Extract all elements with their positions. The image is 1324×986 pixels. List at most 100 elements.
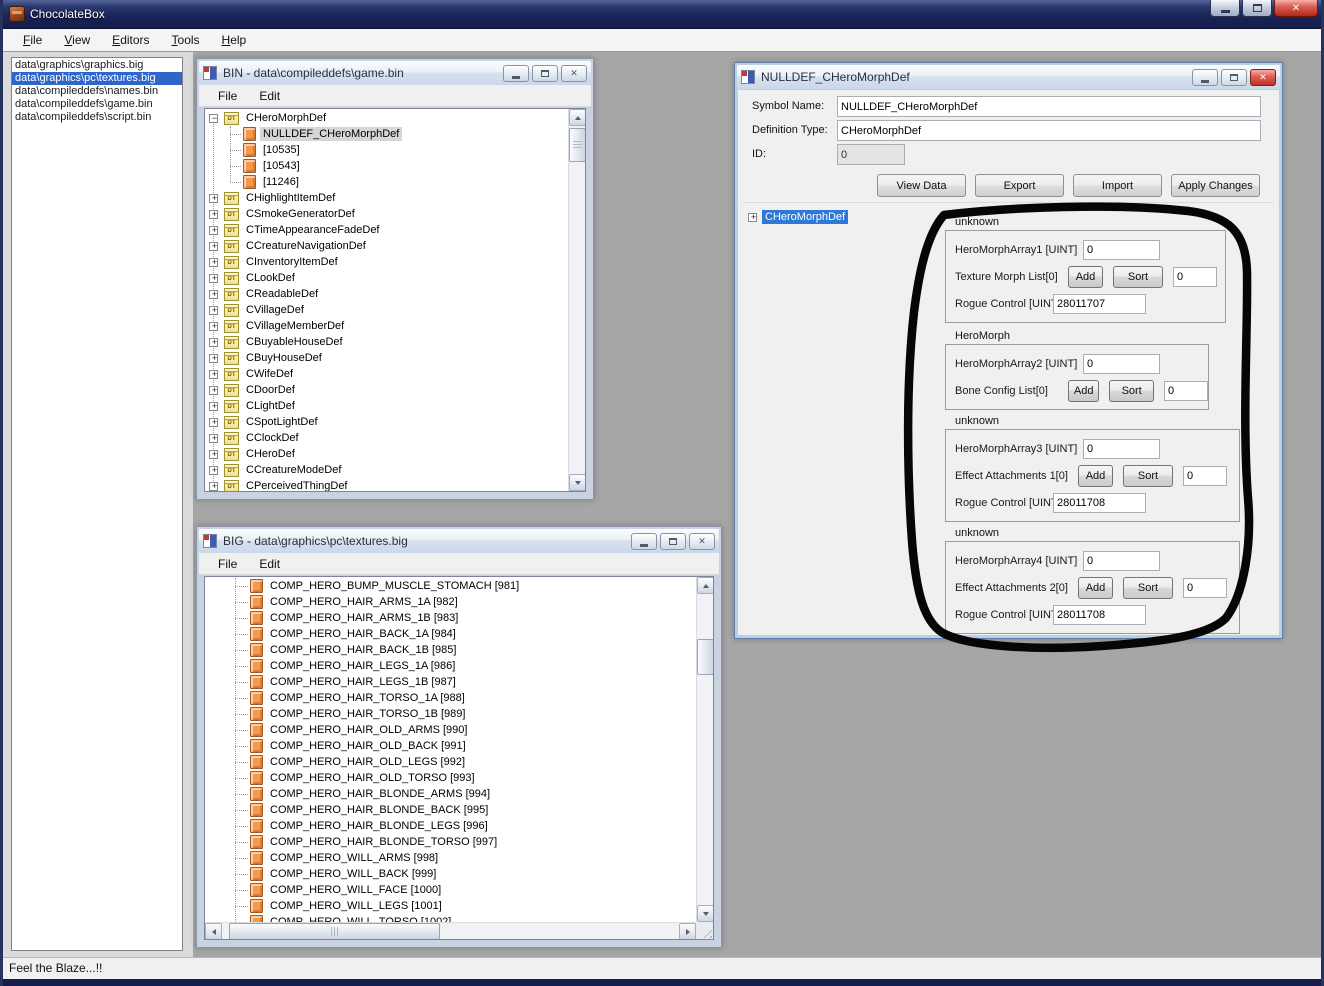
bin-titlebar[interactable]: BIN - data\compileddefs\game.bin ✕: [199, 61, 591, 85]
menu-item[interactable]: Tools: [161, 30, 211, 50]
tree-item-label[interactable]: COMP_HERO_HAIR_LEGS_1A [986]: [267, 659, 458, 673]
tree-expander-icon[interactable]: [209, 226, 218, 235]
tree-item-label[interactable]: CDoorDef: [243, 383, 298, 397]
tree-item[interactable]: CHeroDef: [205, 446, 568, 462]
big-maximize-button[interactable]: [660, 533, 686, 550]
file-list-item[interactable]: data\graphics\graphics.big: [12, 59, 182, 72]
tree-item-label[interactable]: COMP_HERO_HAIR_ARMS_1A [982]: [267, 595, 461, 609]
menu-item[interactable]: File: [207, 86, 248, 106]
nulldef-minimize-button[interactable]: [1192, 69, 1218, 86]
menu-item[interactable]: Help: [211, 30, 258, 50]
tree-item[interactable]: COMP_HERO_WILL_ARMS [998]: [205, 850, 696, 866]
tree-expander-icon[interactable]: [209, 418, 218, 427]
tree-item[interactable]: COMP_HERO_HAIR_LEGS_1A [986]: [205, 658, 696, 674]
tree-expander-icon[interactable]: [209, 242, 218, 251]
tree-item-label[interactable]: CReadableDef: [243, 287, 321, 301]
tree-expander-icon[interactable]: [209, 306, 218, 315]
tree-expander-icon[interactable]: [209, 274, 218, 283]
tree-expander-icon[interactable]: [209, 370, 218, 379]
tree-item[interactable]: CPerceivedThingDef: [205, 478, 568, 491]
value-input[interactable]: [1083, 354, 1160, 374]
big-minimize-button[interactable]: [631, 533, 657, 550]
value-input[interactable]: [1083, 439, 1160, 459]
tree-item[interactable]: CBuyableHouseDef: [205, 334, 568, 350]
file-list-item[interactable]: data\graphics\pc\textures.big: [12, 72, 182, 85]
tree-item-label[interactable]: CTimeAppearanceFadeDef: [243, 223, 383, 237]
scrollbar-thumb[interactable]: [569, 128, 586, 162]
add-button[interactable]: Add: [1068, 266, 1103, 288]
tree-item[interactable]: CDoorDef: [205, 382, 568, 398]
tree-item[interactable]: CInventoryItemDef: [205, 254, 568, 270]
main-titlebar[interactable]: ChocolateBox ✕: [0, 0, 1324, 29]
tree-item[interactable]: COMP_HERO_HAIR_OLD_BACK [991]: [205, 738, 696, 754]
tree-expander-icon[interactable]: [209, 338, 218, 347]
definition-type-input[interactable]: [837, 120, 1261, 141]
tree-item-label[interactable]: COMP_HERO_HAIR_BLONDE_ARMS [994]: [267, 787, 493, 801]
tree-item-label[interactable]: COMP_HERO_WILL_LEGS [1001]: [267, 899, 445, 913]
tree-item[interactable]: COMP_HERO_BUMP_MUSCLE_STOMACH [981]: [205, 578, 696, 594]
nulldef-maximize-button[interactable]: [1221, 69, 1247, 86]
tree-item-label[interactable]: NULLDEF_CHeroMorphDef: [260, 127, 402, 141]
tree-item[interactable]: [10535]: [205, 142, 568, 158]
tree-item[interactable]: COMP_HERO_WILL_LEGS [1001]: [205, 898, 696, 914]
tree-item-label[interactable]: CCreatureModeDef: [243, 463, 344, 477]
tree-item-label[interactable]: COMP_HERO_HAIR_OLD_ARMS [990]: [267, 723, 470, 737]
value-input[interactable]: [1183, 578, 1227, 598]
value-input[interactable]: [1173, 267, 1217, 287]
sort-button[interactable]: Sort: [1123, 465, 1173, 487]
tree-item[interactable]: COMP_HERO_HAIR_ARMS_1B [983]: [205, 610, 696, 626]
tree-item-label[interactable]: COMP_HERO_HAIR_ARMS_1B [983]: [267, 611, 461, 625]
tree-item-label[interactable]: COMP_HERO_HAIR_TORSO_1A [988]: [267, 691, 468, 705]
tree-item-label[interactable]: CBuyHouseDef: [243, 351, 325, 365]
tree-item[interactable]: COMP_HERO_HAIR_BLONDE_TORSO [997]: [205, 834, 696, 850]
tree-item-label[interactable]: COMP_HERO_HAIR_BLONDE_LEGS [996]: [267, 819, 491, 833]
tree-expander-icon[interactable]: [209, 114, 218, 123]
tree-expander-icon[interactable]: [209, 386, 218, 395]
tree-item[interactable]: CWifeDef: [205, 366, 568, 382]
tree-item[interactable]: COMP_HERO_HAIR_TORSO_1A [988]: [205, 690, 696, 706]
tree-item[interactable]: COMP_HERO_HAIR_BLONDE_BACK [995]: [205, 802, 696, 818]
menu-item[interactable]: Edit: [248, 86, 291, 106]
tree-expander-icon[interactable]: [209, 194, 218, 203]
tree-item-label[interactable]: COMP_HERO_HAIR_OLD_TORSO [993]: [267, 771, 478, 785]
value-input[interactable]: [1053, 493, 1146, 513]
tree-item-label[interactable]: COMP_HERO_HAIR_BLONDE_TORSO [997]: [267, 835, 500, 849]
tree-item-label[interactable]: CInventoryItemDef: [243, 255, 341, 269]
file-list-item[interactable]: data\compileddefs\game.bin: [12, 98, 182, 111]
scrollbar-thumb[interactable]: [697, 639, 714, 675]
tree-expander-icon[interactable]: [230, 150, 241, 151]
tree-item[interactable]: CSmokeGeneratorDef: [205, 206, 568, 222]
tree-item-label[interactable]: CVillageMemberDef: [243, 319, 347, 333]
nulldef-close-button[interactable]: ✕: [1250, 69, 1276, 86]
big-titlebar[interactable]: BIG - data\graphics\pc\textures.big ✕: [199, 529, 719, 553]
tree-expander-icon[interactable]: [209, 354, 218, 363]
menu-item[interactable]: File: [207, 554, 248, 574]
tree-item[interactable]: CLightDef: [205, 398, 568, 414]
tree-expander-icon[interactable]: [230, 182, 241, 183]
bin-close-button[interactable]: ✕: [561, 65, 587, 82]
tree-item[interactable]: COMP_HERO_WILL_TORSO [1002]: [205, 914, 696, 922]
tree-item[interactable]: CCreatureNavigationDef: [205, 238, 568, 254]
tree-item[interactable]: CHeroMorphDef: [205, 110, 568, 126]
tree-item-label[interactable]: CSpotLightDef: [243, 415, 321, 429]
action-button[interactable]: View Data: [877, 174, 966, 197]
close-button[interactable]: ✕: [1274, 0, 1318, 17]
action-button[interactable]: Export: [975, 174, 1064, 197]
tree-item[interactable]: CVillageMemberDef: [205, 318, 568, 334]
tree-item[interactable]: COMP_HERO_HAIR_TORSO_1B [989]: [205, 706, 696, 722]
tree-item[interactable]: CVillageDef: [205, 302, 568, 318]
tree-expander-icon[interactable]: [209, 290, 218, 299]
action-button[interactable]: Apply Changes: [1171, 174, 1260, 197]
tree-item[interactable]: CLookDef: [205, 270, 568, 286]
tree-item-label[interactable]: CHighlightItemDef: [243, 191, 338, 205]
file-list-item[interactable]: data\compileddefs\names.bin: [12, 85, 182, 98]
tree-item-label[interactable]: [10543]: [260, 159, 303, 173]
tree-expander-icon[interactable]: [209, 466, 218, 475]
tree-item[interactable]: NULLDEF_CHeroMorphDef: [205, 126, 568, 142]
file-list-item[interactable]: data\compileddefs\script.bin: [12, 111, 182, 124]
tree-item-label[interactable]: COMP_HERO_HAIR_LEGS_1B [987]: [267, 675, 459, 689]
tree-item[interactable]: [11246]: [205, 174, 568, 190]
symbol-name-input[interactable]: [837, 96, 1261, 117]
tree-expander-icon[interactable]: [748, 213, 757, 222]
scroll-left-button[interactable]: [205, 923, 222, 940]
